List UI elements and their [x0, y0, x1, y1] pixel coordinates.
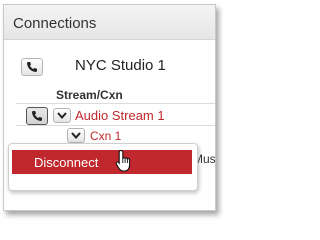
chevron-down-icon: [57, 112, 67, 119]
phone-icon: [27, 62, 37, 72]
studio-name: NYC Studio 1: [75, 57, 166, 74]
stream-call-button[interactable]: [26, 107, 48, 125]
cxn-name-link[interactable]: Cxn 1: [90, 129, 121, 143]
phone-icon: [32, 111, 42, 121]
stream-expand-button[interactable]: [53, 108, 71, 123]
context-menu: Disconnect: [8, 143, 198, 191]
disconnect-label: Disconnect: [34, 154, 99, 170]
connections-panel: Connections NYC Studio 1 Stream/Cxn Audi…: [3, 4, 216, 211]
studio-call-button[interactable]: [21, 58, 43, 76]
hand-pointer-icon: [115, 149, 131, 172]
row-divider: [16, 125, 215, 126]
stream-name-link[interactable]: Audio Stream 1: [75, 108, 165, 123]
panel-header: Connections: [4, 5, 215, 40]
row-divider: [16, 103, 215, 104]
stream-cxn-column-header: Stream/Cxn: [56, 88, 123, 102]
chevron-down-icon: [71, 132, 81, 139]
cxn-expand-button[interactable]: [67, 128, 85, 143]
panel-title: Connections: [13, 15, 97, 32]
disconnect-menu-item[interactable]: Disconnect: [12, 150, 192, 174]
